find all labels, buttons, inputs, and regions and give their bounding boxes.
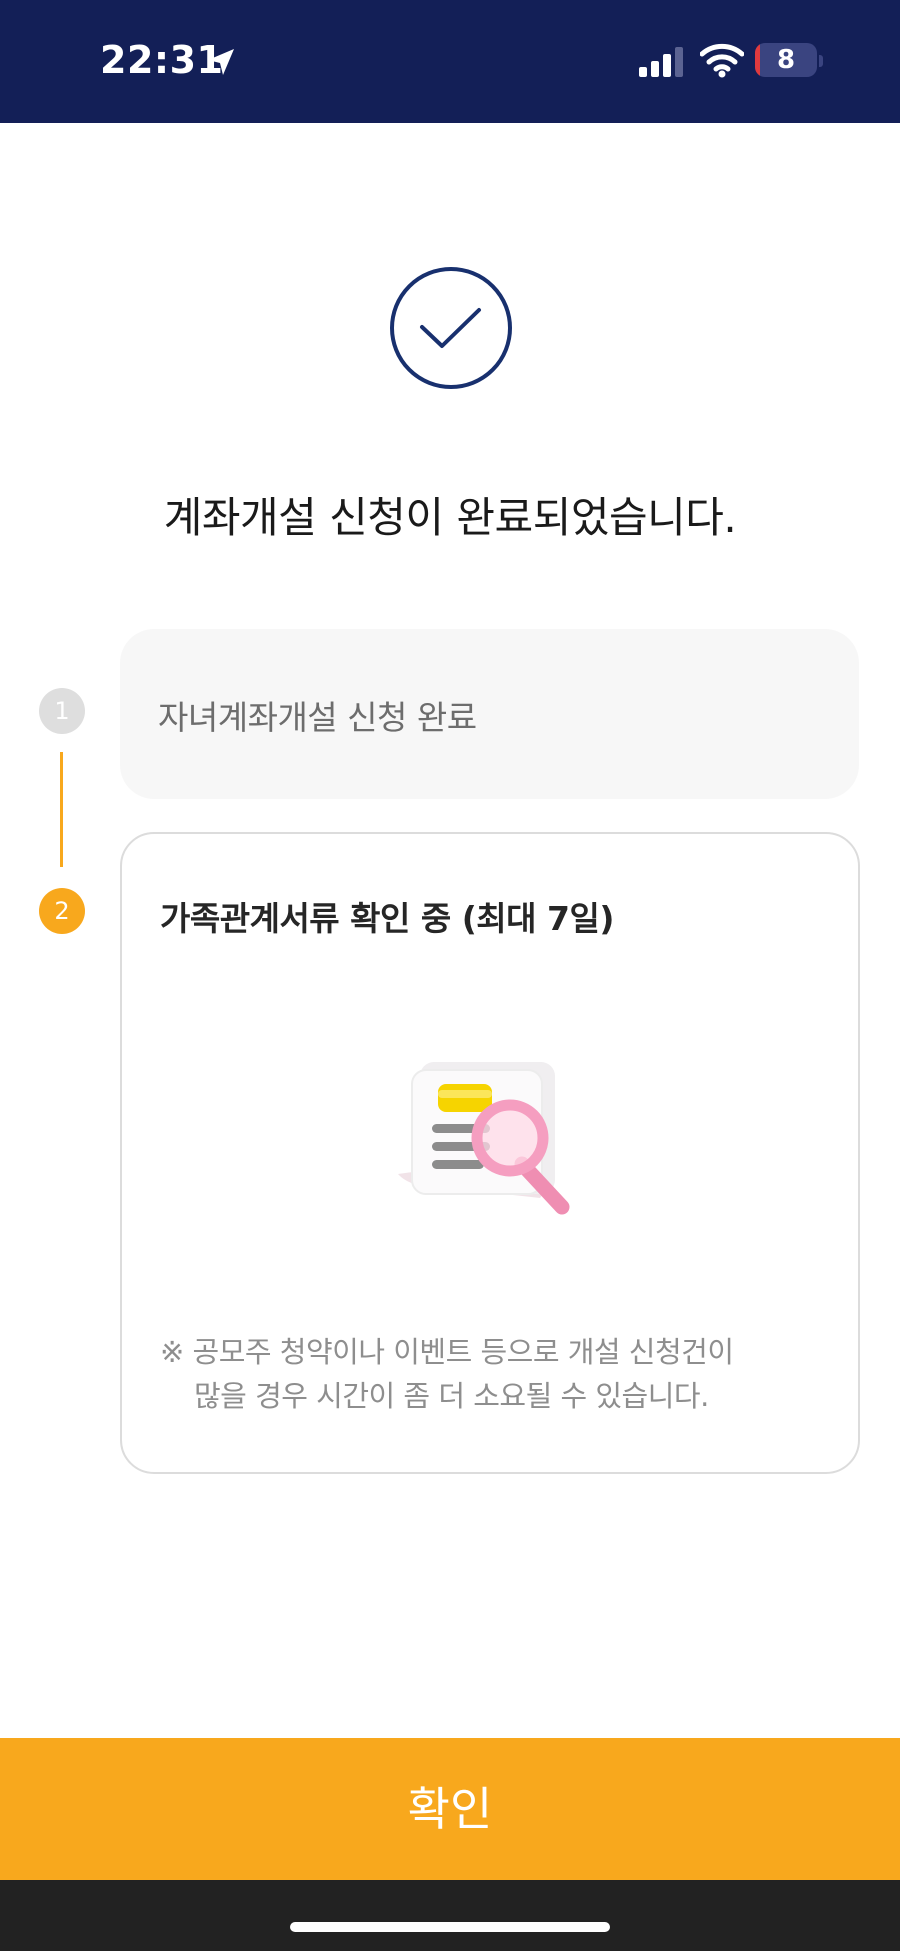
home-bar-area <box>0 1880 900 1951</box>
page-title: 계좌개설 신청이 완료되었습니다. <box>163 493 737 542</box>
document-search-illustration <box>398 1062 570 1215</box>
step-1-card: 자녀계좌개설 신청 완료 <box>120 629 859 799</box>
battery-icon: 8 <box>755 43 817 77</box>
status-bar: 22:31 8 <box>0 0 900 123</box>
cellular-signal-icon <box>639 47 683 77</box>
notice-text: ※ 공모주 청약이나 이벤트 등으로 개설 신청건이 많을 경우 시간이 좀 더… <box>160 1330 800 1418</box>
battery-level: 8 <box>776 45 796 75</box>
notice-line-2: 많을 경우 시간이 좀 더 소요될 수 있습니다. <box>194 1379 709 1413</box>
step-2-label: 가족관계서류 확인 중 (최대 7일) <box>160 899 614 938</box>
step-2-badge: 2 <box>39 888 85 934</box>
wifi-icon <box>700 43 744 78</box>
step-2-card: 가족관계서류 확인 중 (최대 7일) ※ 공모주 청약이나 이벤트 등으로 개… <box>120 832 860 1474</box>
step-connector <box>60 752 63 867</box>
check-circle-icon <box>390 267 512 389</box>
notice-line-1: ※ 공모주 청약이나 이벤트 등으로 개설 신청건이 <box>160 1335 734 1369</box>
location-arrow-icon <box>208 49 234 75</box>
home-indicator[interactable] <box>290 1922 610 1932</box>
battery-cap <box>819 55 823 67</box>
step-1-badge: 1 <box>39 688 85 734</box>
step-1-label: 자녀계좌개설 신청 완료 <box>158 698 477 737</box>
confirm-button[interactable]: 확인 <box>0 1738 900 1880</box>
